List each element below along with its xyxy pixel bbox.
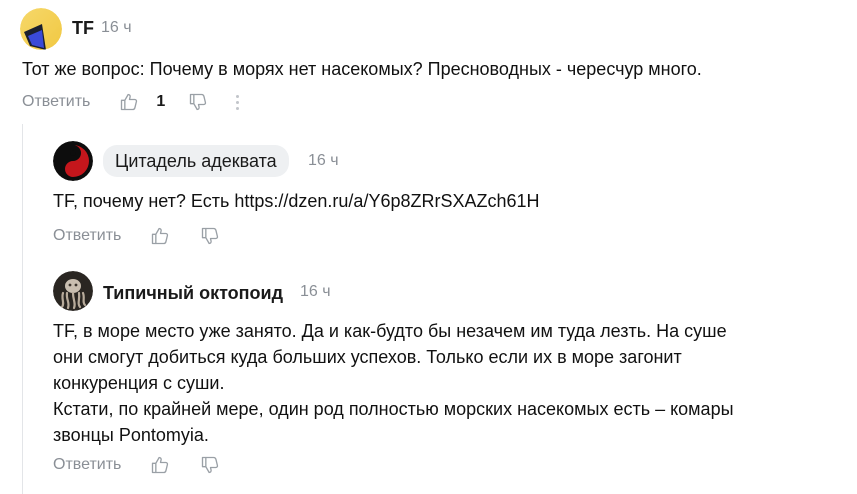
comment-line: Тот же вопрос: Почему в морях нет насеко… [22, 59, 702, 79]
reply-button[interactable]: Ответить [53, 227, 121, 245]
avatar[interactable] [53, 141, 93, 181]
comment-line: TF, почему нет? Есть https://dzen.ru/a/Y… [53, 191, 540, 211]
thumbs-up-icon [121, 93, 138, 111]
comment-actions: Ответить [53, 453, 221, 477]
thumbs-down-icon [190, 93, 207, 111]
yellow-blue-gradient-avatar-icon [20, 8, 62, 50]
comment-text: TF, почему нет? Есть https://dzen.ru/a/Y… [53, 188, 540, 214]
reply-button[interactable]: Ответить [22, 93, 90, 111]
comment-text: TF, в море место уже занято. Да и как-бу… [53, 318, 734, 448]
dot-icon [235, 106, 239, 110]
more-options-button[interactable] [233, 91, 241, 113]
red-yin-yang-avatar-icon [53, 141, 93, 181]
avatar[interactable] [20, 8, 62, 50]
author-name[interactable]: Типичный октопоид [103, 283, 283, 304]
comment-line: звонцы Pontomyia. [53, 425, 209, 445]
comment-line: они смогут добиться куда больших успехов… [53, 347, 682, 367]
comment-line: TF, в море место уже занято. Да и как-бу… [53, 321, 727, 341]
comment-actions: Ответить 1 [22, 90, 241, 114]
comment-text: Тот же вопрос: Почему в морях нет насеко… [22, 56, 702, 82]
thumbs-down-icon [202, 456, 219, 474]
comment-time: 16 ч [308, 152, 339, 169]
author-name[interactable]: Цитадель адеквата [103, 145, 289, 177]
like-button[interactable] [149, 454, 171, 476]
dot-icon [235, 100, 239, 104]
comment-time: 16 ч [300, 283, 331, 300]
thumbs-up-icon [152, 227, 169, 245]
like-count: 1 [156, 93, 166, 110]
thumbs-up-icon [152, 456, 169, 474]
reply-button[interactable]: Ответить [53, 456, 121, 474]
comment-actions: Ответить [53, 224, 221, 248]
author-name[interactable]: TF [72, 18, 94, 39]
comment-time: 16 ч [101, 19, 132, 36]
dislike-button[interactable] [199, 225, 221, 247]
like-button[interactable] [118, 91, 140, 113]
dislike-button[interactable] [187, 91, 209, 113]
comment-line: конкуренция с суши. [53, 373, 225, 393]
avatar[interactable] [53, 271, 93, 311]
dot-icon [235, 94, 239, 98]
octopus-sculpture-avatar-icon [53, 271, 93, 311]
thread-line [22, 124, 23, 494]
comment-line: Кстати, по крайней мере, один род полнос… [53, 399, 734, 419]
like-button[interactable] [149, 225, 171, 247]
thumbs-down-icon [202, 227, 219, 245]
dislike-button[interactable] [199, 454, 221, 476]
